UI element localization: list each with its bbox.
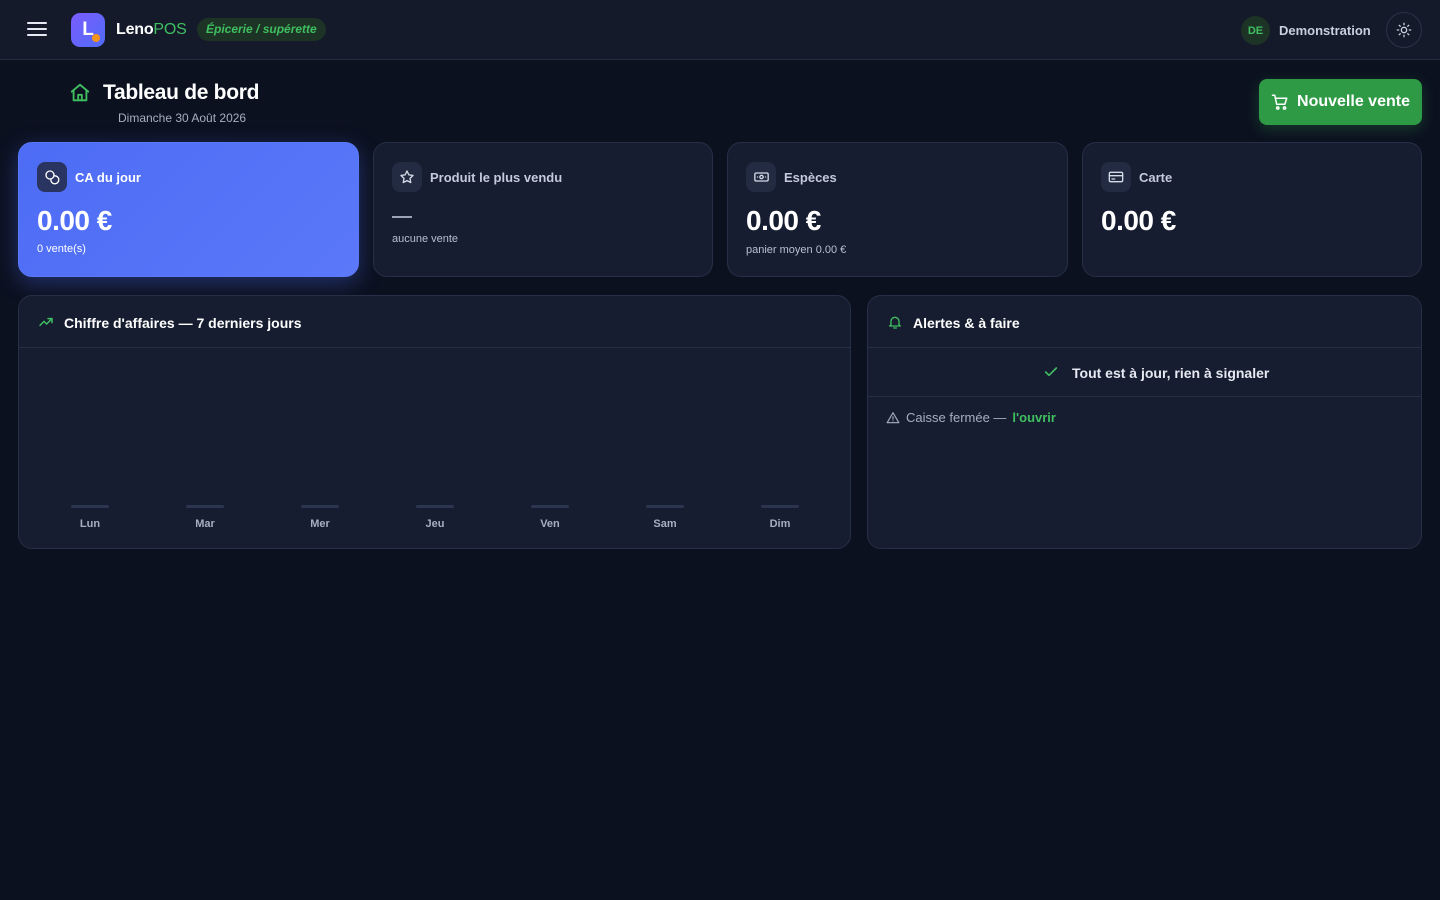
kpi-card-icon-box: [1101, 162, 1131, 192]
menu-icon[interactable]: [25, 20, 49, 40]
new-sale-label: Nouvelle vente: [1297, 93, 1410, 110]
user-name[interactable]: Demonstration: [1279, 23, 1371, 38]
page-title: Tableau de bord: [103, 81, 260, 104]
chart-bar-mer: [301, 505, 339, 508]
bell-icon: [889, 316, 901, 329]
home-icon: [70, 83, 90, 102]
kpi-revenue-label: CA du jour: [75, 170, 141, 185]
revenue-panel-title: Chiffre d'affaires — 7 derniers jours: [64, 315, 302, 331]
chart-bar-lun: [71, 505, 109, 508]
chart-bar-mar: [186, 505, 224, 508]
kpi-top-product-icon-box: [392, 162, 422, 192]
chart-label-jeu: Jeu: [426, 518, 445, 530]
top-bar: L LenoPOS Épicerie / supérette DE Demons…: [0, 0, 1440, 60]
revenue-panel-header: Chiffre d'affaires — 7 derniers jours: [19, 296, 850, 348]
chart-label-ven: Ven: [540, 518, 560, 530]
chart-bar-sam: [646, 505, 684, 508]
all-good-text: Tout est à jour, rien à signaler: [1072, 365, 1270, 381]
chart-label-sam: Sam: [653, 518, 676, 530]
alerts-panel-header: Alertes & à faire: [868, 296, 1421, 348]
open-register-link[interactable]: l'ouvrir: [1012, 410, 1056, 425]
coins-icon: [45, 170, 60, 185]
credit-card-icon: [1108, 171, 1124, 183]
warning-icon: [886, 411, 900, 423]
all-good-row: Tout est à jour, rien à signaler: [868, 348, 1421, 397]
kpi-card-cash: Espèces 0.00 € panier moyen 0.00 €: [727, 142, 1068, 277]
revenue-bar-chart: Lun Mar Mer Jeu Ven Sam Dim: [71, 505, 799, 530]
cart-icon: [1271, 94, 1288, 110]
kpi-revenue-icon-box: [37, 162, 67, 192]
chart-label-dim: Dim: [770, 518, 791, 530]
brand-name-part2: POS: [153, 21, 187, 38]
chart-label-mer: Mer: [310, 518, 330, 530]
check-icon: [1044, 367, 1058, 377]
chart-bar-jeu: [416, 505, 454, 508]
kpi-revenue-value: 0.00 €: [37, 205, 112, 236]
kpi-top-product-sub: aucune vente: [392, 233, 459, 245]
chart-label-lun: Lun: [80, 518, 100, 530]
alert-text: Caisse fermée —: [906, 410, 1007, 425]
alerts-panel: Alertes & à faire Tout est à jour, rien …: [867, 295, 1422, 549]
star-icon: [400, 170, 414, 184]
brand-name: LenoPOS: [116, 21, 187, 39]
chart-bar-ven: [531, 505, 569, 508]
alert-register-closed: Caisse fermée — l'ouvrir: [886, 410, 1056, 425]
kpi-revenue-sub: 0 vente(s): [37, 243, 86, 255]
kpi-top-product-value: [392, 216, 412, 218]
banknote-icon: [753, 172, 769, 182]
trending-up-icon: [39, 317, 53, 327]
kpi-card-label: Carte: [1139, 170, 1173, 185]
kpi-cash-icon-box: [746, 162, 776, 192]
store-type-badge: Épicerie / supérette: [197, 18, 326, 41]
kpi-cash-sub: panier moyen 0.00 €: [746, 244, 847, 256]
page-date: Dimanche 30 Août 2026: [118, 111, 247, 125]
revenue-chart-panel: Chiffre d'affaires — 7 derniers jours Lu…: [18, 295, 851, 549]
alerts-panel-title: Alertes & à faire: [913, 315, 1020, 331]
kpi-card-top-product: Produit le plus vendu aucune vente: [373, 142, 713, 277]
new-sale-button[interactable]: Nouvelle vente: [1259, 79, 1422, 125]
kpi-cash-label: Espèces: [784, 170, 837, 185]
kpi-card-card: Carte 0.00 €: [1082, 142, 1422, 277]
logo-dot: [92, 34, 100, 42]
chart-label-mar: Mar: [195, 518, 215, 530]
app-logo[interactable]: L: [71, 13, 105, 47]
brand-name-part1: Leno: [116, 21, 154, 38]
kpi-cash-value: 0.00 €: [746, 205, 821, 236]
theme-toggle-button[interactable]: [1386, 12, 1422, 48]
kpi-top-product-label: Produit le plus vendu: [430, 170, 563, 185]
chart-bar-dim: [761, 505, 799, 508]
kpi-card-value: 0.00 €: [1101, 205, 1176, 236]
kpi-card-revenue: CA du jour 0.00 € 0 vente(s): [18, 142, 359, 277]
sun-icon: [1396, 22, 1412, 38]
user-avatar[interactable]: DE: [1241, 16, 1270, 45]
